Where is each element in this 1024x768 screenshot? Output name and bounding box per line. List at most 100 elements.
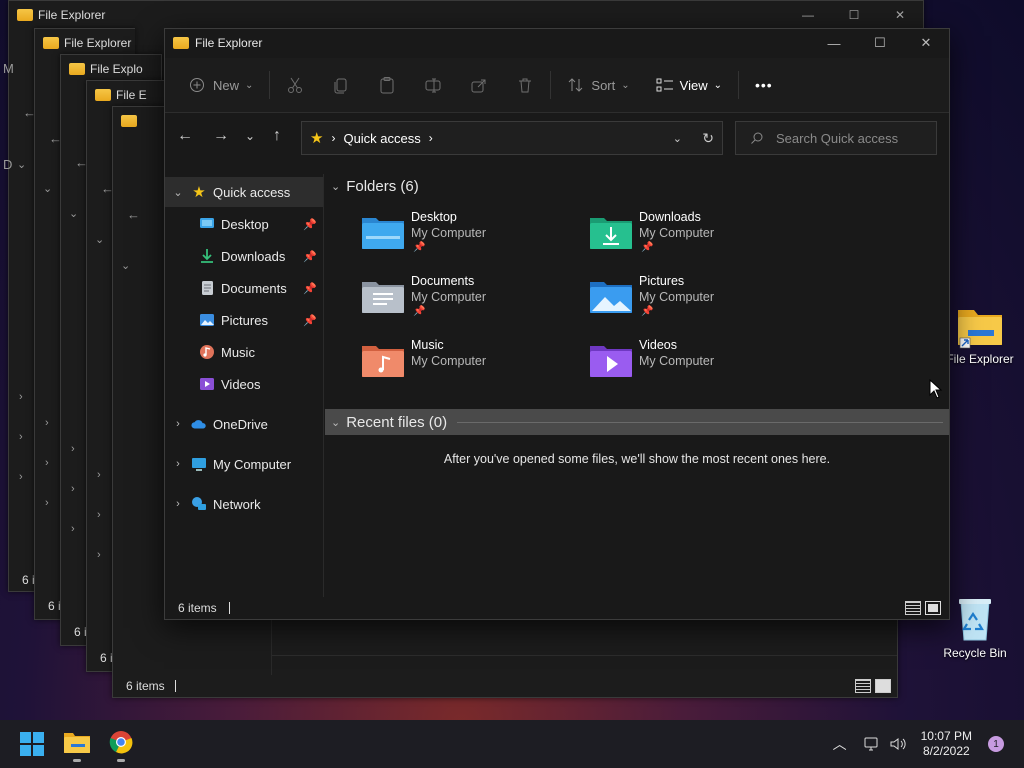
sort-button[interactable]: Sort ⌄ [557,69,639,101]
view-button[interactable]: View ⌄ [646,69,732,101]
address-bar[interactable]: ★ › Quick access › ⌄ ↻ [301,121,723,155]
nav-item-documents[interactable]: Documents 📌 [165,273,323,303]
chevron-right-icon[interactable]: › [45,417,49,429]
folder-tile-music[interactable]: Music My Computer [361,338,581,394]
clock-time: 10:07 PM [920,729,972,743]
folder-location: My Computer [411,354,487,368]
chevron-down-icon[interactable]: ⌄ [95,233,104,246]
delete-button[interactable] [506,69,544,101]
folder-tile-pictures[interactable]: Pictures My Computer 📌 [589,274,809,330]
more-options-icon: ••• [754,77,773,93]
new-button[interactable]: New ⌄ [179,69,263,101]
taskbar: ︿ 10:07 PM 8/2/2022 1 [0,720,1024,768]
paste-button[interactable] [368,69,406,101]
minimize-button[interactable]: — [811,29,857,57]
minimize-button[interactable]: — [785,1,831,29]
start-button[interactable] [20,732,44,756]
search-box[interactable]: Search Quick access [735,121,937,155]
clock[interactable]: 10:07 PM 8/2/2022 [921,729,972,759]
chevron-right-icon[interactable]: › [19,431,23,443]
up-arrow-icon[interactable]: ↑ [273,127,281,145]
folder-tile-downloads[interactable]: Downloads My Computer 📌 [589,210,809,266]
status-separator [174,680,176,692]
folder-tile-desktop[interactable]: Desktop My Computer 📌 [361,210,581,266]
nav-item-desktop[interactable]: Desktop 📌 [165,209,323,239]
folder-icon [17,9,33,21]
nav-item-network[interactable]: › Network [165,489,323,519]
close-button[interactable]: ✕ [877,1,923,29]
pin-icon[interactable]: 📌 [303,250,317,263]
nav-item-pictures[interactable]: Pictures 📌 [165,305,323,335]
nav-item-downloads[interactable]: Downloads 📌 [165,241,323,271]
taskbar-file-explorer[interactable] [62,728,92,762]
share-button[interactable] [460,69,498,101]
recent-files-section-header[interactable]: ⌄ Recent files (0) [325,409,949,435]
rename-button[interactable] [414,69,452,101]
chevron-right-icon[interactable]: › [71,483,75,495]
chevron-right-icon[interactable]: › [97,509,101,521]
folders-section-header[interactable]: ⌄ Folders (6) [325,174,949,198]
large-icons-view-button[interactable] [925,601,941,615]
nav-item-label: Music [221,344,255,360]
recent-locations-chevron-icon[interactable]: ⌄ [245,129,255,143]
forward-arrow-icon[interactable]: → [213,127,229,145]
nav-item-my-computer[interactable]: › My Computer [165,449,323,479]
chevron-right-icon[interactable]: › [165,458,191,470]
maximize-button[interactable]: ☐ [831,1,877,29]
show-hidden-icons-chevron-icon[interactable]: ︿ [833,734,847,754]
see-more-button[interactable]: ••• [745,69,783,101]
copy-button[interactable] [322,69,360,101]
folder-tile-videos[interactable]: Videos My Computer [589,338,809,394]
desktop-folder-icon [199,216,215,232]
folder-name: Documents [411,274,475,288]
nav-item-music[interactable]: Music [165,337,323,367]
taskbar-chrome[interactable] [106,728,136,762]
large-icons-view-icon[interactable] [875,679,891,693]
nav-item-label: OneDrive [213,416,268,432]
pin-icon[interactable]: 📌 [303,218,317,231]
chevron-down-icon[interactable]: ⌄ [121,259,130,272]
back-arrow-icon[interactable]: ← [127,207,140,222]
address-row: ← → ⌄ ↑ ★ › Quick access › ⌄ ↻ Search Qu… [165,119,949,157]
chevron-right-icon[interactable]: › [45,457,49,469]
chevron-right-icon[interactable]: › [165,498,191,510]
chevron-right-icon[interactable]: › [19,391,23,403]
chevron-right-icon[interactable]: › [71,443,75,455]
close-button[interactable]: ✕ [903,29,949,57]
volume-icon[interactable] [889,736,907,752]
nav-item-videos[interactable]: Videos [165,369,323,399]
chevron-down-icon[interactable]: ⌄ [165,186,191,199]
chevron-right-icon[interactable]: › [45,497,49,509]
refresh-icon[interactable]: ↻ [702,130,714,147]
pin-icon[interactable]: 📌 [303,314,317,327]
chevron-down-icon[interactable]: ⌄ [331,180,340,193]
folder-tile-documents[interactable]: Documents My Computer 📌 [361,274,581,330]
maximize-button[interactable]: ☐ [857,29,903,57]
nav-item-onedrive[interactable]: › OneDrive [165,409,323,439]
chevron-down-icon[interactable]: ⌄ [331,416,340,429]
chevron-down-icon[interactable]: ⌄ [43,182,52,195]
chevron-right-icon[interactable]: › [19,471,23,483]
chevron-right-icon[interactable]: › [165,418,191,430]
chevron-right-icon[interactable]: › [71,523,75,535]
file-explorer-icon [173,37,189,49]
pin-icon[interactable]: 📌 [303,282,317,295]
chevron-down-icon[interactable]: ⌄ [17,158,26,171]
network-status-icon[interactable] [863,736,881,752]
nav-item-quick-access[interactable]: ⌄ ★ Quick access [165,177,323,207]
desktop-file-explorer-shortcut[interactable]: File Explorer [940,302,1020,366]
file-explorer-window[interactable]: File Explorer — ☐ ✕ New ⌄ Sort ⌄ View ⌄ … [164,28,950,620]
chevron-right-icon[interactable]: › [97,469,101,481]
back-arrow-icon[interactable]: ← [177,127,193,145]
address-dropdown-chevron-icon[interactable]: ⌄ [673,132,682,145]
details-view-icon[interactable] [855,679,871,693]
folder-location: My Computer [639,290,715,304]
desktop-folder-icon [362,218,404,249]
chevron-down-icon[interactable]: ⌄ [69,207,78,220]
folder-name: Desktop [411,210,457,224]
breadcrumb-location[interactable]: Quick access [343,131,420,146]
details-view-button[interactable] [905,601,921,615]
cut-button[interactable] [276,69,314,101]
chevron-right-icon[interactable]: › [97,549,101,561]
notification-badge[interactable]: 1 [988,736,1004,752]
